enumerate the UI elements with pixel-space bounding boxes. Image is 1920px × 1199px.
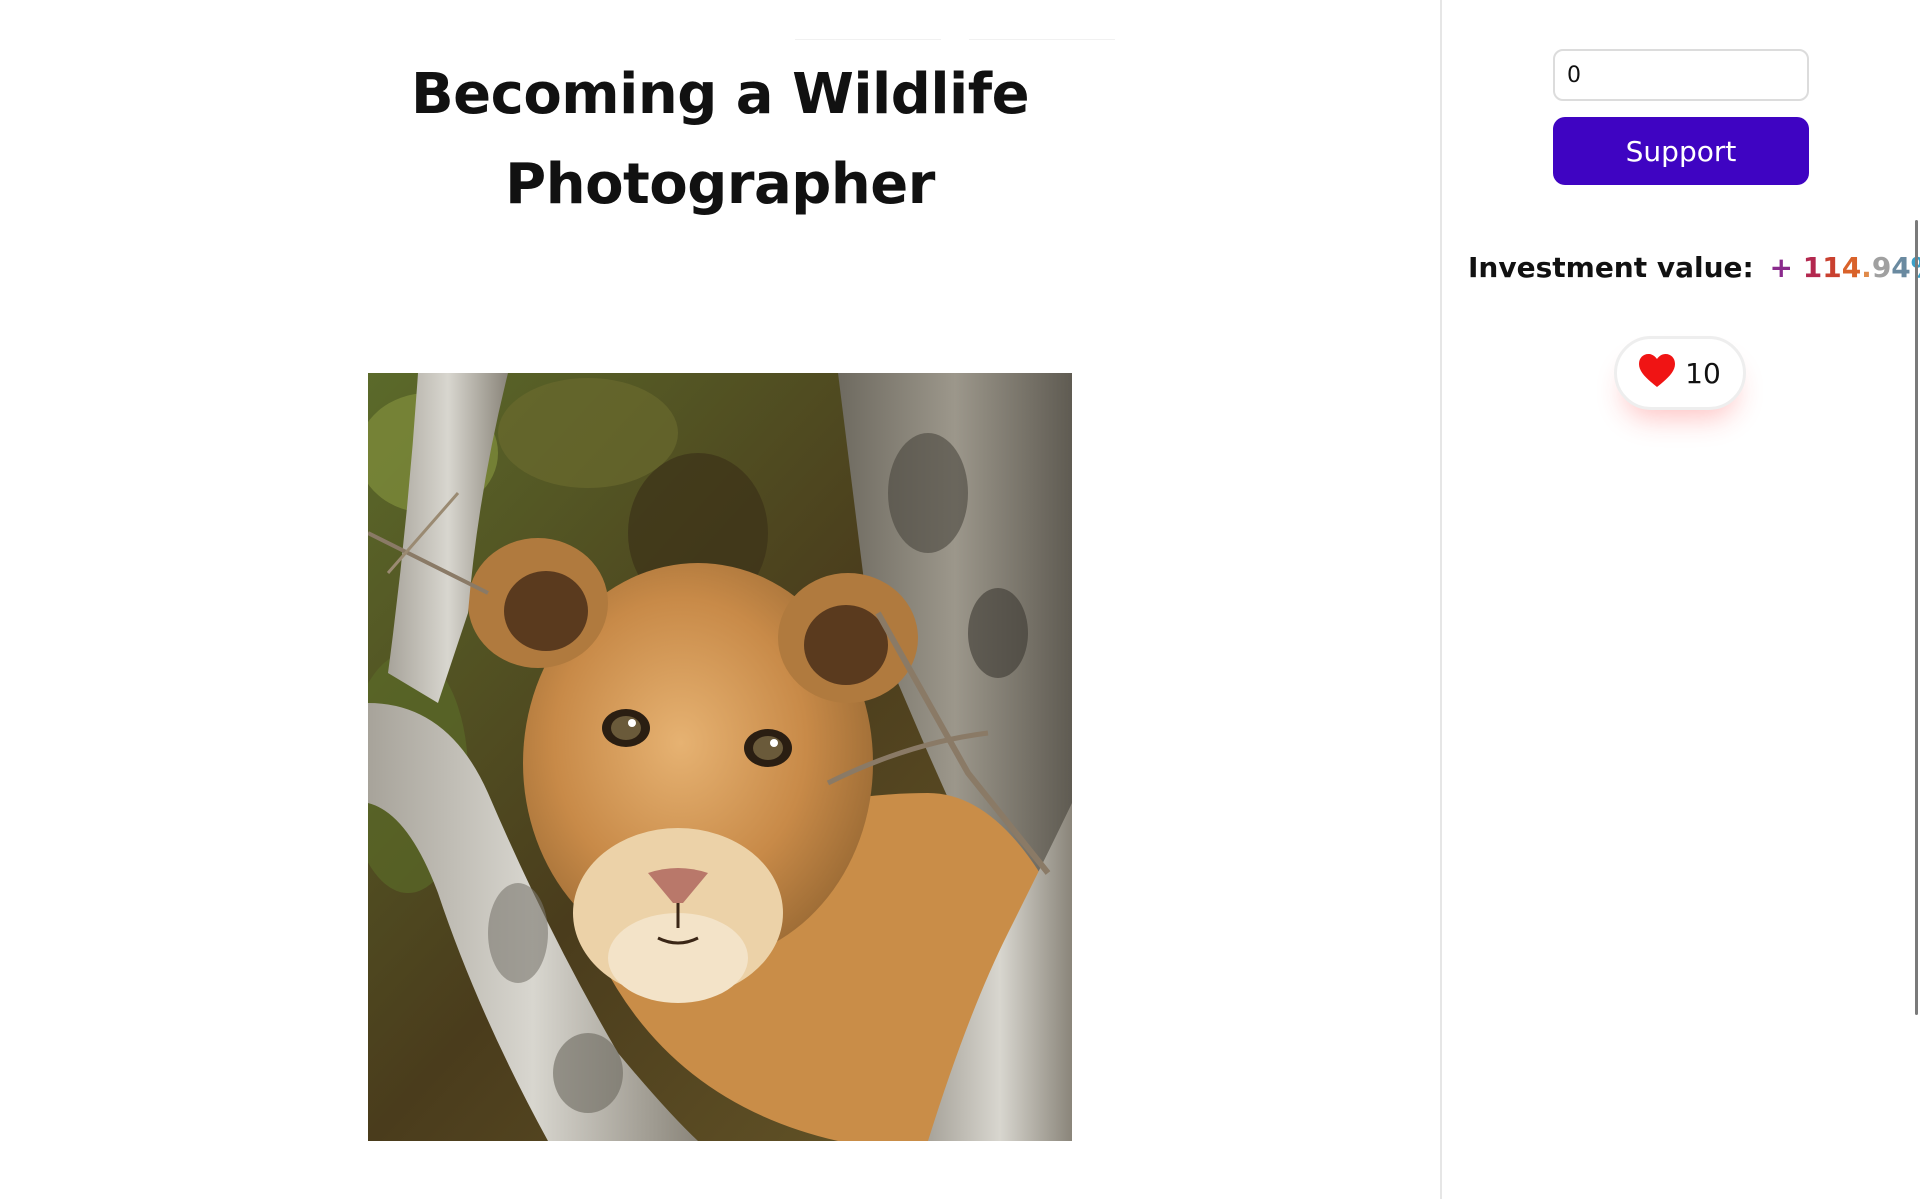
heart-icon xyxy=(1639,354,1676,392)
top-faint-lines xyxy=(795,39,1115,41)
support-amount-input[interactable] xyxy=(1553,49,1809,101)
investment-value-char: 4 xyxy=(1841,251,1862,284)
like-count: 10 xyxy=(1685,356,1721,390)
app-window: Becoming a Wildlife Photographer 0 Suppo… xyxy=(0,0,1920,1199)
support-sidebar: Support Investment value: + 114.94% 10 xyxy=(1442,0,1920,1199)
investment-value-char: 1 xyxy=(1822,251,1842,284)
scrollbar[interactable] xyxy=(1915,220,1918,1015)
lion-cub-image xyxy=(368,373,1072,1141)
investment-value-char: + xyxy=(1769,251,1793,284)
investment-value-char xyxy=(1793,251,1803,284)
lion-cub-photo xyxy=(368,373,1072,1141)
article-title-line-1: Becoming a Wildlife xyxy=(410,62,1030,127)
investment-value-char: 1 xyxy=(1802,251,1823,284)
article-title-line-2: Photographer xyxy=(505,152,935,217)
investment-value-char: . xyxy=(1861,251,1872,284)
article-title: Becoming a Wildlife Photographer xyxy=(400,50,1040,230)
support-button[interactable]: Support xyxy=(1553,117,1809,185)
investment-value: + 114.94% xyxy=(1770,251,1920,284)
investment-label: Investment value: xyxy=(1468,251,1754,284)
investment-value-row: Investment value: + 114.94% xyxy=(1468,248,1920,288)
article-pane: Becoming a Wildlife Photographer xyxy=(0,0,1440,1199)
investment-value-char: 9 xyxy=(1871,251,1892,284)
investment-value-char: 4 xyxy=(1891,251,1911,284)
like-button[interactable]: 10 xyxy=(1614,336,1746,410)
